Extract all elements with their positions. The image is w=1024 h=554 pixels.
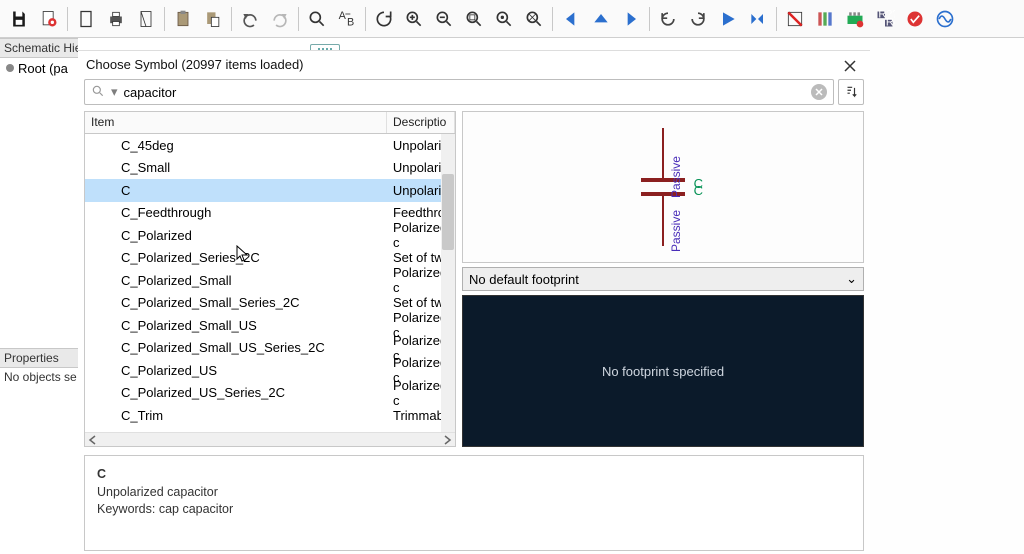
- column-header-item[interactable]: Item: [85, 112, 387, 133]
- symbol-row-name: C_Polarized_Small: [85, 273, 387, 288]
- svg-text:A: A: [339, 10, 347, 22]
- symbol-details: C Unpolarized capacitor Keywords: cap ca…: [84, 455, 864, 551]
- symbol-row[interactable]: CUnpolarize: [85, 179, 455, 202]
- symbol-row-name: C_Polarized_US_Series_2C: [85, 385, 387, 400]
- nav-right-icon[interactable]: [617, 5, 645, 33]
- symbol-row-name: C_Polarized_Small_US_Series_2C: [85, 340, 387, 355]
- plot-icon[interactable]: [132, 5, 160, 33]
- rotate-ccw-icon[interactable]: [654, 5, 682, 33]
- svg-text:R42: R42: [886, 16, 895, 28]
- left-panels: Schematic Hierarchy Root (pa Properties …: [0, 38, 78, 554]
- find-replace-icon[interactable]: AB: [333, 5, 361, 33]
- refresh-icon[interactable]: [370, 5, 398, 33]
- clear-search-button[interactable]: [811, 84, 827, 100]
- zoom-auto-icon[interactable]: [520, 5, 548, 33]
- symbol-row-name: C_Trim: [85, 408, 387, 423]
- properties-panel-header[interactable]: Properties: [0, 348, 78, 368]
- simulator-icon[interactable]: [931, 5, 959, 33]
- properties-empty-text: No objects se: [4, 370, 77, 384]
- column-header-description[interactable]: Descriptio: [387, 112, 455, 133]
- pin-type-top: Passive: [669, 156, 683, 198]
- search-box: ▾: [84, 79, 834, 105]
- main-toolbar: AB R??R42: [0, 0, 1024, 38]
- zoom-region-icon[interactable]: [490, 5, 518, 33]
- page-icon[interactable]: [72, 5, 100, 33]
- run-icon[interactable]: [714, 5, 742, 33]
- scroll-left-icon[interactable]: [87, 434, 99, 446]
- symbol-row-name: C_Polarized_Small_Series_2C: [85, 295, 387, 310]
- symbol-row-name: C_Polarized_Series_2C: [85, 250, 387, 265]
- nav-left-icon[interactable]: [557, 5, 585, 33]
- scrollbar-thumb[interactable]: [442, 174, 454, 250]
- footprint-wizard-icon[interactable]: [841, 5, 869, 33]
- hierarchy-root-row[interactable]: Root (pa: [0, 58, 78, 78]
- pin-label-bottom: C: [694, 183, 703, 198]
- footprint-dropdown[interactable]: No default footprint ⌄: [462, 267, 864, 291]
- clipboard-icon[interactable]: [169, 5, 197, 33]
- symbol-row[interactable]: C_TrimTrimmable: [85, 404, 455, 427]
- print-icon[interactable]: [102, 5, 130, 33]
- symbol-row[interactable]: C_SmallUnpolarize: [85, 157, 455, 180]
- zoom-out-icon[interactable]: [430, 5, 458, 33]
- details-name: C: [97, 466, 851, 484]
- save-icon[interactable]: [5, 5, 33, 33]
- page-settings-icon[interactable]: [35, 5, 63, 33]
- symbol-row-name: C_Polarized_Small_US: [85, 318, 387, 333]
- footprint-3d-view[interactable]: No footprint specified: [462, 295, 864, 447]
- list-header: Item Descriptio: [85, 112, 455, 134]
- hierarchy-panel-header[interactable]: Schematic Hierarchy: [0, 38, 78, 58]
- close-button[interactable]: [836, 55, 864, 77]
- pin-type-bottom: Passive: [669, 210, 683, 252]
- symbol-row-name: C_Polarized_US: [85, 363, 387, 378]
- mirror-icon[interactable]: [744, 5, 772, 33]
- scroll-right-icon[interactable]: [441, 434, 453, 446]
- symbol-list: Item Descriptio C_45degUnpolarizeC_Small…: [84, 111, 456, 447]
- dialog-title: Choose Symbol (20997 items loaded): [78, 51, 870, 77]
- symbol-row[interactable]: C_PolarizedPolarized c: [85, 224, 455, 247]
- symbol-row-name: C_45deg: [85, 138, 387, 153]
- symbol-row-name: C_Feedthrough: [85, 205, 387, 220]
- zoom-fit-icon[interactable]: [460, 5, 488, 33]
- choose-symbol-dialog: Choose Symbol (20997 items loaded) ▾ Ite…: [78, 50, 870, 554]
- svg-text:B: B: [347, 16, 354, 28]
- footprint-view-placeholder: No footprint specified: [602, 364, 724, 379]
- footprint-dropdown-label: No default footprint: [469, 272, 579, 287]
- sort-button[interactable]: [838, 79, 864, 105]
- search-input[interactable]: [124, 85, 805, 100]
- symbol-row-name: C_Small: [85, 160, 387, 175]
- redo-icon[interactable]: [266, 5, 294, 33]
- erc-icon[interactable]: [781, 5, 809, 33]
- library-icon[interactable]: [811, 5, 839, 33]
- find-icon[interactable]: [303, 5, 331, 33]
- zoom-in-icon[interactable]: [400, 5, 428, 33]
- capacitor-symbol: Passive C C Passive: [641, 128, 685, 246]
- paste-icon[interactable]: [199, 5, 227, 33]
- search-icon: [91, 84, 105, 101]
- chevron-down-icon: ⌄: [846, 271, 857, 287]
- symbol-preview[interactable]: Passive C C Passive: [462, 111, 864, 263]
- filter-chevron-icon[interactable]: ▾: [111, 84, 118, 100]
- symbol-row[interactable]: C_Polarized_US_Series_2CPolarized c: [85, 382, 455, 405]
- erc-check-icon[interactable]: [901, 5, 929, 33]
- symbol-row-name: C: [85, 183, 387, 198]
- symbol-row-name: C_Polarized: [85, 228, 387, 243]
- schematic-canvas[interactable]: [870, 38, 1024, 554]
- rotate-cw-icon[interactable]: [684, 5, 712, 33]
- symbol-row[interactable]: C_45degUnpolarize: [85, 134, 455, 157]
- page-dot-icon: [6, 64, 14, 72]
- symbol-row[interactable]: C_Polarized_SmallPolarized c: [85, 269, 455, 292]
- annotate-icon[interactable]: R??R42: [871, 5, 899, 33]
- details-keywords: Keywords: cap capacitor: [97, 501, 851, 519]
- details-description: Unpolarized capacitor: [97, 484, 851, 502]
- vertical-scrollbar[interactable]: [441, 134, 455, 432]
- nav-up-icon[interactable]: [587, 5, 615, 33]
- preview-pane: Passive C C Passive No default footprint…: [462, 111, 864, 447]
- hierarchy-root-label: Root (pa: [18, 61, 68, 76]
- undo-icon[interactable]: [236, 5, 264, 33]
- horizontal-scrollbar[interactable]: [85, 432, 455, 446]
